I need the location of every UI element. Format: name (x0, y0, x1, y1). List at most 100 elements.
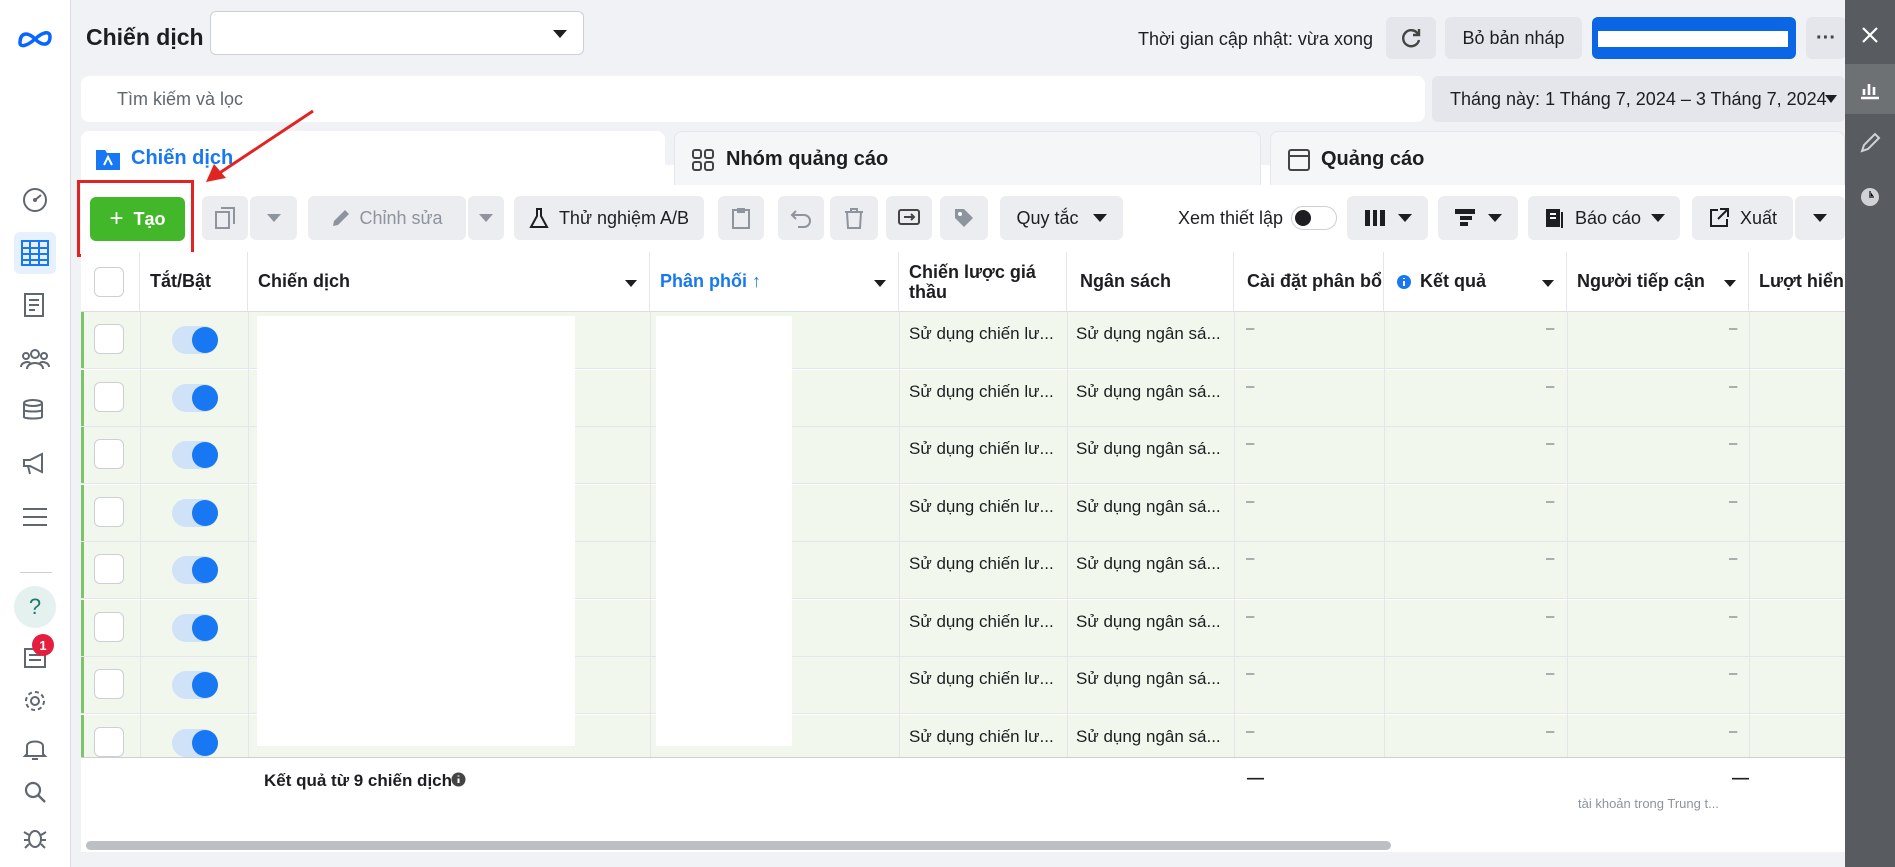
column-header-impressions-label: Lượt hiển (1759, 271, 1844, 291)
bid-strategy-cell[interactable]: Sử dụng chiến lư... (909, 669, 1054, 689)
more-options-button[interactable]: ··· (1806, 17, 1846, 59)
nav-divider (20, 572, 52, 573)
bid-strategy-cell[interactable]: Sử dụng chiến lư... (909, 727, 1054, 747)
audiences-icon[interactable] (14, 338, 56, 380)
bell-icon[interactable] (14, 727, 56, 769)
bid-strategy-cell[interactable]: Sử dụng chiến lư... (909, 324, 1054, 344)
row-checkbox[interactable] (94, 324, 124, 354)
bid-strategy-cell[interactable]: Sử dụng chiến lư... (909, 612, 1054, 632)
tab-campaigns[interactable]: Chiến dịch (81, 131, 665, 185)
columns-button[interactable] (1347, 196, 1428, 240)
column-divider (140, 312, 141, 757)
column-header-delivery-label: Phân phối ↑ (660, 271, 761, 291)
duplicate-button[interactable] (202, 196, 248, 240)
chart-icon[interactable] (1845, 64, 1895, 114)
budget-cell[interactable]: Sử dụng ngân sá... (1076, 727, 1221, 747)
row-on-off-toggle[interactable] (172, 556, 218, 584)
undo-button[interactable] (778, 196, 824, 240)
duplicate-dropdown[interactable] (250, 196, 297, 240)
menu-icon[interactable] (14, 496, 56, 538)
budget-cell[interactable]: Sử dụng ngân sá... (1076, 554, 1221, 574)
select-all-checkbox[interactable] (94, 267, 124, 297)
column-header-attribution[interactable]: Cài đặt phân bổ (1234, 252, 1384, 312)
edit-dropdown[interactable] (468, 196, 504, 240)
budget-cell[interactable]: Sử dụng ngân sá... (1076, 382, 1221, 402)
row-on-off-toggle[interactable] (172, 671, 218, 699)
tab-ad-sets[interactable]: Nhóm quảng cáo (674, 131, 1261, 185)
row-on-off-toggle[interactable] (172, 498, 218, 527)
bid-strategy-cell[interactable]: Sử dụng chiến lư... (909, 497, 1054, 517)
refresh-button[interactable] (1386, 17, 1436, 59)
row-on-off-toggle[interactable] (172, 383, 218, 412)
pencil-icon[interactable] (1845, 118, 1895, 168)
meta-logo-icon[interactable] (14, 18, 56, 60)
column-header-campaign[interactable]: Chiến dịch (248, 252, 650, 312)
row-checkbox[interactable] (94, 554, 124, 584)
budget-cell[interactable]: Sử dụng ngân sá... (1076, 669, 1221, 689)
breakdown-button[interactable] (1438, 196, 1518, 240)
delete-button[interactable] (830, 196, 878, 240)
page-title: Chiến dịch (86, 24, 204, 50)
row-checkbox[interactable] (94, 381, 124, 412)
reports-button[interactable]: Báo cáo (1528, 196, 1680, 240)
budget-cell[interactable]: Sử dụng ngân sá... (1076, 324, 1221, 344)
pages-icon[interactable] (14, 284, 56, 326)
search-placeholder: Tìm kiếm và lọc (117, 89, 244, 109)
column-header-results[interactable]: Kết quả (1384, 252, 1567, 312)
discard-draft-button[interactable]: Bỏ bản nháp (1445, 17, 1582, 59)
row-on-off-toggle[interactable] (172, 326, 218, 354)
column-header-results-label: Kết quả (1420, 271, 1487, 291)
export-button[interactable]: Xuất (1692, 196, 1793, 240)
dashboard-gauge-icon[interactable] (14, 179, 56, 221)
budget-cell[interactable]: Sử dụng ngân sá... (1076, 612, 1221, 632)
campaign-select[interactable] (210, 11, 584, 55)
settings-gear-icon[interactable] (14, 680, 56, 722)
row-on-off-toggle[interactable] (172, 613, 218, 642)
column-header-attribution-label: Cài đặt phân bổ (1247, 271, 1382, 291)
row-checkbox[interactable] (94, 611, 124, 642)
footer-reach-note: tài khoản trong Trung t... (1578, 796, 1719, 811)
column-header-impressions[interactable]: Lượt hiển (1749, 252, 1845, 312)
row-on-off-toggle[interactable] (172, 441, 218, 469)
row-checkbox[interactable] (94, 669, 124, 699)
horizontal-scrollbar[interactable] (86, 841, 1391, 850)
caret-down-icon (1542, 280, 1554, 287)
column-header-bid-strategy[interactable]: Chiến lược giá thầu (899, 252, 1067, 312)
row-checkbox[interactable] (94, 726, 124, 757)
close-icon[interactable] (1845, 10, 1895, 60)
row-checkbox[interactable] (94, 439, 124, 469)
row-checkbox[interactable] (94, 496, 124, 527)
export-dropdown[interactable] (1795, 196, 1845, 240)
bid-strategy-cell[interactable]: Sử dụng chiến lư... (909, 554, 1054, 574)
bug-report-icon[interactable] (14, 816, 56, 858)
view-setup-toggle[interactable] (1291, 206, 1337, 230)
row-on-off-toggle[interactable] (172, 728, 218, 757)
bid-strategy-cell[interactable]: Sử dụng chiến lư... (909, 382, 1054, 402)
publish-button[interactable] (1592, 17, 1796, 59)
search-icon[interactable] (14, 771, 56, 813)
budget-cell[interactable]: Sử dụng ngân sá... (1076, 497, 1221, 517)
ads-megaphone-icon[interactable] (14, 443, 56, 485)
bid-strategy-cell[interactable]: Sử dụng chiến lư... (909, 439, 1054, 459)
rules-button[interactable]: Quy tắc (1000, 196, 1123, 240)
view-setup-label: Xem thiết lập (1178, 208, 1284, 228)
edit-button[interactable]: Chỉnh sửa (308, 196, 466, 240)
ab-test-button[interactable]: Thử nghiệm A/B (514, 196, 704, 240)
compare-button[interactable] (886, 196, 932, 240)
tag-button[interactable] (940, 196, 988, 240)
paste-button[interactable] (718, 196, 764, 240)
column-header-toggle[interactable]: Tắt/Bật (140, 252, 248, 312)
column-header-reach[interactable]: Người tiếp cận (1567, 252, 1749, 312)
grid-icon (692, 149, 714, 171)
help-icon[interactable]: ? (14, 586, 56, 628)
billing-coins-icon[interactable] (14, 390, 56, 432)
column-header-delivery[interactable]: Phân phối ↑ (650, 252, 899, 312)
budget-cell[interactable]: Sử dụng ngân sá... (1076, 439, 1221, 459)
tab-ads[interactable]: Quảng cáo (1270, 131, 1845, 185)
column-header-budget[interactable]: Ngân sách (1067, 252, 1234, 312)
ads-manager-table-icon[interactable] (14, 232, 56, 274)
history-clock-icon[interactable] (1845, 172, 1895, 222)
notifications-news-icon[interactable]: 1 (14, 634, 56, 678)
attribution-cell: – (1246, 320, 1255, 337)
date-range-picker[interactable]: Tháng này: 1 Tháng 7, 2024 – 3 Tháng 7, … (1432, 76, 1845, 122)
